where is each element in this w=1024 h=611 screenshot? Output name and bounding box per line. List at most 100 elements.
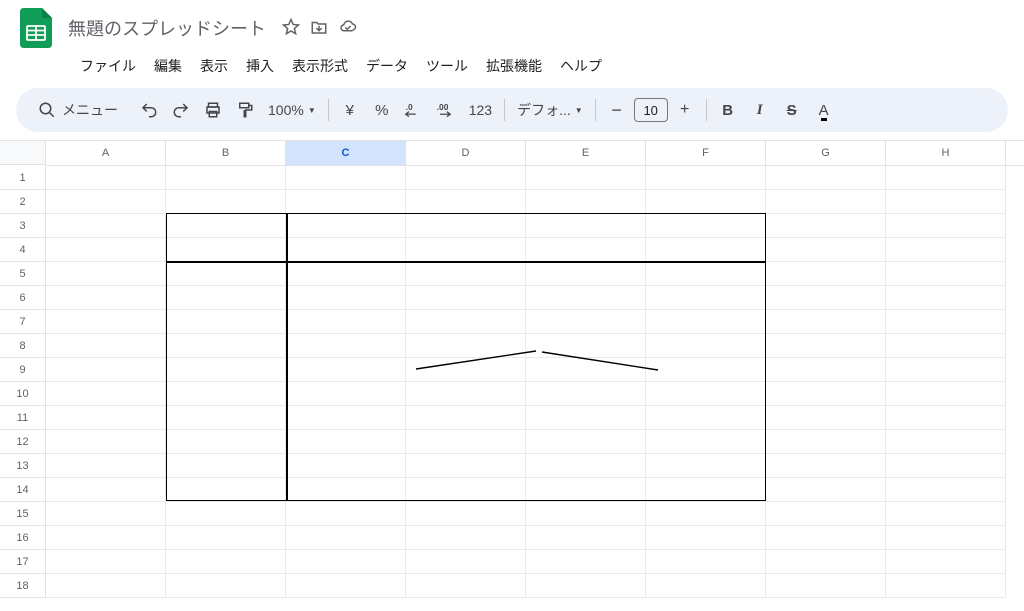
font-size-increase-button[interactable]: + xyxy=(670,95,700,125)
column-header-E[interactable]: E xyxy=(526,141,646,165)
cell-A4[interactable] xyxy=(46,238,166,262)
cell-G17[interactable] xyxy=(766,550,886,574)
row-header-13[interactable]: 13 xyxy=(0,454,46,478)
sheets-logo[interactable] xyxy=(16,8,56,48)
cloud-status-icon[interactable] xyxy=(338,18,358,39)
star-icon[interactable] xyxy=(282,18,300,39)
row-header-8[interactable]: 8 xyxy=(0,334,46,358)
number-format-button[interactable]: 123 xyxy=(463,95,498,125)
menu-help[interactable]: ヘルプ xyxy=(552,52,610,80)
cell-B1[interactable] xyxy=(166,166,286,190)
row-header-10[interactable]: 10 xyxy=(0,382,46,406)
row-header-1[interactable]: 1 xyxy=(0,166,46,190)
row-header-11[interactable]: 11 xyxy=(0,406,46,430)
cell-G18[interactable] xyxy=(766,574,886,598)
cell-C17[interactable] xyxy=(286,550,406,574)
cell-D18[interactable] xyxy=(406,574,526,598)
cell-G4[interactable] xyxy=(766,238,886,262)
cell-G8[interactable] xyxy=(766,334,886,358)
cell-D15[interactable] xyxy=(406,502,526,526)
select-all-corner[interactable] xyxy=(0,141,46,165)
column-header-B[interactable]: B xyxy=(166,141,286,165)
cell-A2[interactable] xyxy=(46,190,166,214)
decrease-decimal-button[interactable]: .0 xyxy=(399,95,429,125)
cell-B18[interactable] xyxy=(166,574,286,598)
menu-format[interactable]: 表示形式 xyxy=(284,52,356,80)
font-select[interactable]: デフォ... ▼ xyxy=(511,95,589,125)
cell-G12[interactable] xyxy=(766,430,886,454)
cell-H16[interactable] xyxy=(886,526,1006,550)
cell-A17[interactable] xyxy=(46,550,166,574)
cell-F16[interactable] xyxy=(646,526,766,550)
cell-D1[interactable] xyxy=(406,166,526,190)
cell-F18[interactable] xyxy=(646,574,766,598)
cell-A9[interactable] xyxy=(46,358,166,382)
cell-H13[interactable] xyxy=(886,454,1006,478)
menu-view[interactable]: 表示 xyxy=(192,52,236,80)
menu-extensions[interactable]: 拡張機能 xyxy=(478,52,550,80)
cell-A5[interactable] xyxy=(46,262,166,286)
row-header-4[interactable]: 4 xyxy=(0,238,46,262)
zoom-select[interactable]: 100% ▼ xyxy=(262,95,322,125)
bold-button[interactable]: B xyxy=(713,95,743,125)
strikethrough-button[interactable]: S xyxy=(777,95,807,125)
cell-B15[interactable] xyxy=(166,502,286,526)
cell-E15[interactable] xyxy=(526,502,646,526)
cell-H14[interactable] xyxy=(886,478,1006,502)
row-header-3[interactable]: 3 xyxy=(0,214,46,238)
cell-F1[interactable] xyxy=(646,166,766,190)
cell-A18[interactable] xyxy=(46,574,166,598)
row-header-2[interactable]: 2 xyxy=(0,190,46,214)
cell-H8[interactable] xyxy=(886,334,1006,358)
cell-E17[interactable] xyxy=(526,550,646,574)
row-header-7[interactable]: 7 xyxy=(0,310,46,334)
cell-H2[interactable] xyxy=(886,190,1006,214)
cell-G15[interactable] xyxy=(766,502,886,526)
cell-F17[interactable] xyxy=(646,550,766,574)
cell-H3[interactable] xyxy=(886,214,1006,238)
currency-button[interactable]: ¥ xyxy=(335,95,365,125)
print-button[interactable] xyxy=(198,95,228,125)
cell-C1[interactable] xyxy=(286,166,406,190)
menu-search[interactable]: メニュー xyxy=(32,100,124,120)
cell-D17[interactable] xyxy=(406,550,526,574)
cell-H5[interactable] xyxy=(886,262,1006,286)
cell-G10[interactable] xyxy=(766,382,886,406)
paint-format-button[interactable] xyxy=(230,95,260,125)
row-header-17[interactable]: 17 xyxy=(0,550,46,574)
cell-C16[interactable] xyxy=(286,526,406,550)
cell-A13[interactable] xyxy=(46,454,166,478)
cell-G5[interactable] xyxy=(766,262,886,286)
column-header-G[interactable]: G xyxy=(766,141,886,165)
cell-G13[interactable] xyxy=(766,454,886,478)
cell-D2[interactable] xyxy=(406,190,526,214)
move-icon[interactable] xyxy=(310,18,328,39)
cell-B17[interactable] xyxy=(166,550,286,574)
row-header-12[interactable]: 12 xyxy=(0,430,46,454)
menu-edit[interactable]: 編集 xyxy=(146,52,190,80)
cell-A8[interactable] xyxy=(46,334,166,358)
column-header-H[interactable]: H xyxy=(886,141,1006,165)
cell-A10[interactable] xyxy=(46,382,166,406)
cell-A15[interactable] xyxy=(46,502,166,526)
cell-G16[interactable] xyxy=(766,526,886,550)
column-header-D[interactable]: D xyxy=(406,141,526,165)
cell-G2[interactable] xyxy=(766,190,886,214)
cell-A3[interactable] xyxy=(46,214,166,238)
cell-A16[interactable] xyxy=(46,526,166,550)
row-header-5[interactable]: 5 xyxy=(0,262,46,286)
cell-B16[interactable] xyxy=(166,526,286,550)
cell-B2[interactable] xyxy=(166,190,286,214)
menu-insert[interactable]: 挿入 xyxy=(238,52,282,80)
row-header-14[interactable]: 14 xyxy=(0,478,46,502)
cell-H9[interactable] xyxy=(886,358,1006,382)
cell-C15[interactable] xyxy=(286,502,406,526)
cell-E1[interactable] xyxy=(526,166,646,190)
row-header-16[interactable]: 16 xyxy=(0,526,46,550)
cell-H11[interactable] xyxy=(886,406,1006,430)
percent-button[interactable]: % xyxy=(367,95,397,125)
cell-A14[interactable] xyxy=(46,478,166,502)
menu-data[interactable]: データ xyxy=(358,52,416,80)
cell-H18[interactable] xyxy=(886,574,1006,598)
row-header-18[interactable]: 18 xyxy=(0,574,46,598)
